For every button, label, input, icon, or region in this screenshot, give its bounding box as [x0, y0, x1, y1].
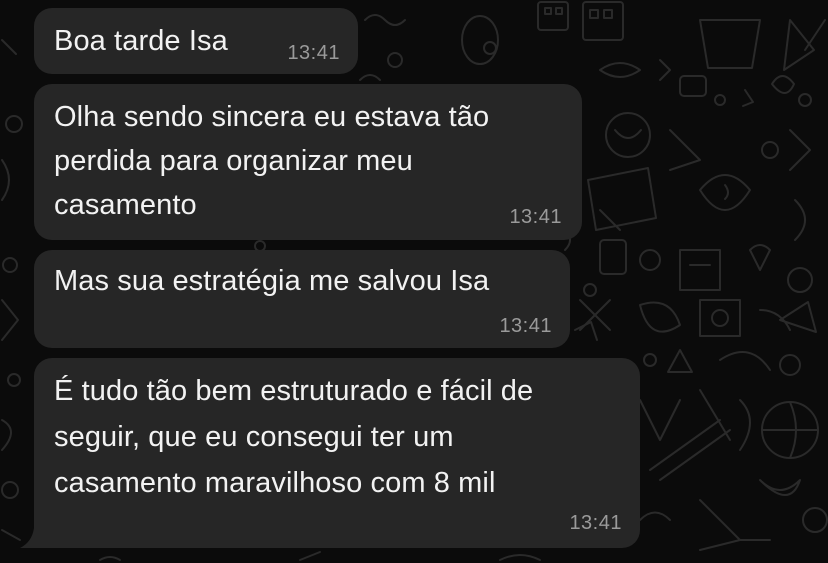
message-bubble[interactable]: Boa tarde Isa 13:41 [34, 8, 358, 74]
message-timestamp: 13:41 [569, 512, 622, 534]
message-bubble[interactable]: Olha sendo sincera eu estava tão perdida… [34, 84, 582, 240]
message-timestamp: 13:41 [509, 206, 562, 228]
message-text: casamento [54, 189, 197, 221]
message-text: casamento maravilhoso com 8 mil [54, 467, 496, 499]
message-text: seguir, que eu consegui ter um [54, 421, 454, 453]
message-bubble[interactable]: É tudo tão bem estruturado e fácil de se… [34, 358, 640, 548]
bubble-tail [20, 528, 42, 548]
message-text: Mas sua estratégia me salvou Isa [54, 265, 490, 297]
message-bubble[interactable]: Mas sua estratégia me salvou Isa 13:41 [34, 250, 570, 348]
message-timestamp: 13:41 [499, 315, 552, 337]
message-timestamp: 13:41 [287, 42, 340, 64]
message-text: É tudo tão bem estruturado e fácil de [54, 375, 534, 407]
message-text: perdida para organizar meu [54, 145, 413, 177]
message-text: Olha sendo sincera eu estava tão [54, 101, 490, 133]
message-text: Boa tarde Isa [54, 25, 228, 57]
